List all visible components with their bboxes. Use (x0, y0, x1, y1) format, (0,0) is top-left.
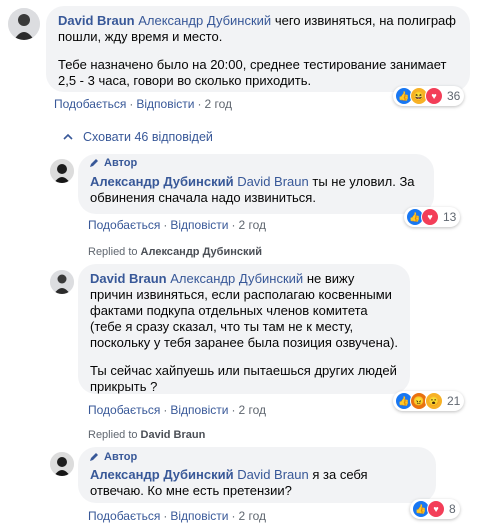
avatar-david-braun[interactable] (50, 270, 74, 294)
pencil-icon (90, 159, 98, 167)
person-photo-icon (50, 159, 74, 183)
reaction-summary[interactable]: 👍 ♥ 8 (410, 499, 460, 519)
replied-to-indicator: Replied to Александр Дубинский (88, 246, 262, 258)
reaction-count: 36 (447, 89, 461, 103)
reply-button[interactable]: Відповісти (136, 97, 194, 111)
like-button[interactable]: Подобається (54, 97, 126, 111)
comment-bubble-main: David Braun Александр Дубинский чего изв… (46, 6, 470, 92)
author-badge-label: Автор (104, 451, 138, 463)
mention-link[interactable]: Александр Дубинский (170, 271, 303, 286)
hide-replies-link[interactable]: Сховати 46 відповідей (62, 130, 213, 144)
wow-reaction-icon: 😮 (425, 392, 443, 410)
reply-author[interactable]: Александр Дубинский (90, 174, 234, 189)
avatar-aleksandr-dubinsky[interactable] (50, 159, 74, 183)
hide-replies-label: Сховати 46 відповідей (83, 130, 213, 144)
reply-paragraph: Ты сейчас хайпуешь или пытаешься других … (90, 363, 397, 394)
replied-to-prefix: Replied to (88, 429, 138, 441)
love-reaction-icon: ♥ (427, 500, 445, 518)
pencil-icon (90, 453, 98, 461)
reply-button[interactable]: Відповісти (170, 218, 228, 232)
mention-link[interactable]: Александр Дубинский (138, 13, 271, 28)
reaction-count: 21 (447, 394, 461, 408)
mention-link[interactable]: David Braun (237, 174, 309, 189)
replied-to-name[interactable]: David Braun (141, 429, 206, 441)
timestamp[interactable]: 2 год (238, 218, 266, 232)
reply-body: David Braun Александр Дубинский не вижу … (90, 271, 398, 351)
reaction-summary[interactable]: 👍 😠 😮 21 (393, 391, 465, 411)
reply-bubble-2: David Braun Александр Дубинский не вижу … (78, 264, 410, 394)
like-button[interactable]: Подобається (88, 403, 160, 417)
replied-to-prefix: Replied to (88, 246, 138, 258)
reply-author[interactable]: Александр Дубинский (90, 467, 234, 482)
timestamp[interactable]: 2 год (238, 403, 266, 417)
reply-body: Александр Дубинский David Braun ты не ул… (90, 174, 422, 206)
reply-actions: Подобається · Відповісти · 2 год (88, 509, 266, 523)
person-photo-icon (50, 270, 74, 294)
timestamp[interactable]: 2 год (204, 97, 232, 111)
mention-link[interactable]: David Braun (237, 467, 309, 482)
reaction-count: 13 (443, 210, 457, 224)
author-badge: Автор (88, 157, 137, 169)
reaction-summary[interactable]: 👍 ♥ 13 (404, 207, 461, 227)
reply-actions: Подобається · Відповісти · 2 год (88, 218, 266, 232)
chevron-up-icon (63, 133, 73, 140)
person-photo-icon (50, 452, 74, 476)
like-button[interactable]: Подобається (88, 218, 160, 232)
reaction-summary[interactable]: 👍 😆 ♥ 36 (393, 86, 465, 106)
reply-author[interactable]: David Braun (90, 271, 167, 286)
author-badge-label: Автор (104, 157, 138, 169)
person-photo-icon (8, 8, 40, 40)
comment-actions: Подобається · Відповісти · 2 год (54, 97, 232, 111)
love-reaction-icon: ♥ (425, 87, 443, 105)
love-reaction-icon: ♥ (421, 208, 439, 226)
replied-to-indicator: Replied to David Braun (88, 429, 205, 441)
reply-body: Александр Дубинский David Braun я за себ… (90, 467, 424, 499)
reaction-count: 8 (449, 502, 456, 516)
reply-button[interactable]: Відповісти (170, 403, 228, 417)
comment-body: David Braun Александр Дубинский чего изв… (58, 13, 458, 45)
avatar-aleksandr-dubinsky[interactable] (50, 452, 74, 476)
replied-to-name[interactable]: Александр Дубинский (141, 246, 262, 258)
reply-button[interactable]: Відповісти (170, 509, 228, 523)
comment-author[interactable]: David Braun (58, 13, 135, 28)
avatar-david-braun[interactable] (8, 8, 40, 40)
timestamp[interactable]: 2 год (238, 509, 266, 523)
reply-actions: Подобається · Відповісти · 2 год (88, 403, 266, 417)
author-badge: Автор (88, 451, 137, 463)
comment-paragraph: Тебе назначено было на 20:00, среднее те… (58, 57, 447, 88)
like-button[interactable]: Подобається (88, 509, 160, 523)
